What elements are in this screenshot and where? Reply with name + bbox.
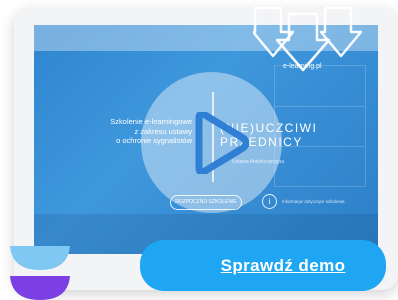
course-info-link[interactable]: Informacje dotyczące szkolenia <box>282 199 345 204</box>
check-demo-button[interactable]: Sprawdź demo <box>140 240 386 291</box>
play-icon <box>195 112 249 174</box>
play-button[interactable] <box>141 72 282 213</box>
info-icon[interactable]: i <box>262 194 277 209</box>
arrows-decoration-icon <box>253 6 363 72</box>
stack-logo-icon <box>10 246 70 300</box>
